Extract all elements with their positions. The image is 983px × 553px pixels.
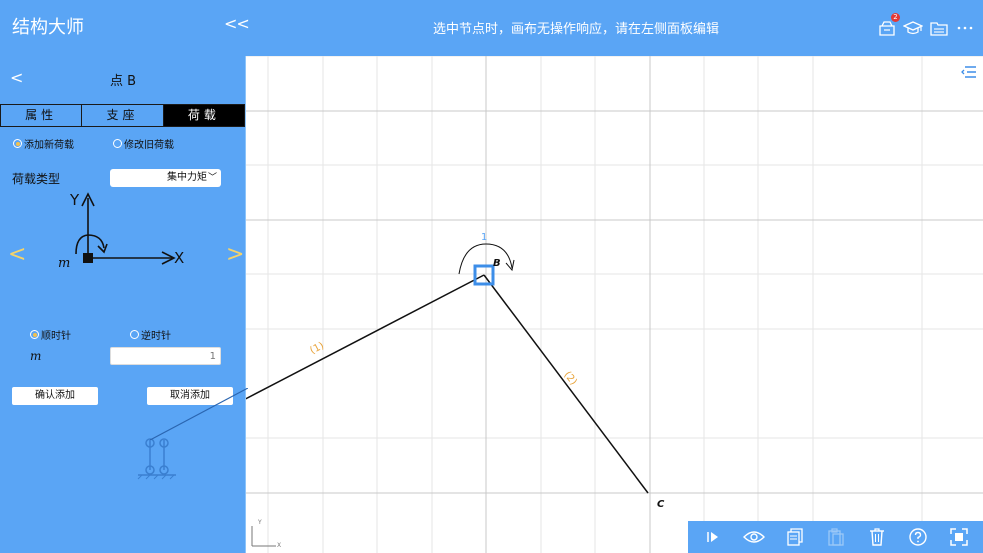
- trash-icon[interactable]: [865, 525, 889, 549]
- structure-drawing: [246, 56, 983, 553]
- radio-clockwise[interactable]: 顺时针: [30, 327, 71, 342]
- app-title: 结构大师: [12, 17, 84, 38]
- radio-edit-load[interactable]: 修改旧荷载: [113, 136, 174, 151]
- moment-value-label: m: [30, 349, 42, 363]
- diagram-m-label: m: [58, 256, 71, 271]
- axis-x-label: X: [277, 542, 282, 549]
- member-2[interactable]: [483, 274, 649, 494]
- top-icons: 2: [877, 13, 975, 38]
- node-c-label: C: [657, 499, 665, 510]
- help-icon[interactable]: [906, 525, 930, 549]
- diagram-y-label: Y: [70, 191, 80, 209]
- fullscreen-icon[interactable]: [947, 525, 971, 549]
- paste-icon[interactable]: [824, 525, 848, 549]
- load-type-label: 荷载类型: [12, 172, 61, 186]
- chevron-down-icon: ﹀: [207, 173, 217, 183]
- radio-indicator: [30, 330, 39, 339]
- radio-add-load[interactable]: 添加新荷载: [13, 136, 74, 151]
- mailbox-icon[interactable]: 2: [877, 13, 900, 38]
- tab-properties[interactable]: 属性: [1, 105, 83, 126]
- diagram-x-label: X: [174, 249, 185, 267]
- graduation-cap-icon[interactable]: [903, 18, 923, 38]
- next-load-type-button[interactable]: >: [226, 242, 244, 267]
- radio-clockwise-label: 顺时针: [41, 331, 71, 342]
- moment-value-input[interactable]: [110, 347, 221, 365]
- folder-icon[interactable]: [929, 18, 949, 38]
- radio-counterclockwise-label: 逆时针: [141, 331, 171, 342]
- radio-indicator: [13, 139, 22, 148]
- status-hint: 选中节点时，画布无操作响应，请在左侧面板编辑: [432, 22, 719, 37]
- load-value-label: 1: [481, 232, 488, 243]
- more-icon[interactable]: [955, 18, 975, 38]
- panel-title: 点 B: [109, 74, 137, 89]
- member-1-overlay: [150, 388, 248, 440]
- axis-y-label: Y: [258, 519, 262, 526]
- bottom-toolbar: [688, 521, 983, 553]
- structure-canvas[interactable]: 1 B C (1) (2) Y X: [246, 56, 983, 553]
- radio-indicator: [113, 139, 122, 148]
- confirm-add-button[interactable]: 确认添加: [12, 387, 98, 405]
- notification-badge: 2: [891, 13, 900, 22]
- major-grid: [246, 56, 983, 553]
- copy-icon[interactable]: [783, 525, 807, 549]
- load-type-value: 集中力矩: [167, 172, 207, 183]
- prev-load-type-button[interactable]: <: [8, 242, 26, 267]
- node-b-label: B: [493, 258, 501, 269]
- radio-edit-load-label: 修改旧荷载: [124, 140, 174, 151]
- minor-grid: [246, 56, 983, 553]
- tab-supports[interactable]: 支座: [82, 105, 164, 126]
- play-icon[interactable]: [701, 525, 725, 549]
- radio-counterclockwise[interactable]: 逆时针: [130, 327, 171, 342]
- member-1[interactable]: [246, 274, 485, 407]
- tab-loads[interactable]: 荷载: [163, 105, 244, 126]
- radio-add-load-label: 添加新荷载: [24, 140, 74, 151]
- load-type-select[interactable]: 集中力矩 ﹀: [110, 169, 221, 187]
- layer-list-icon[interactable]: [961, 64, 977, 83]
- radio-indicator: [130, 330, 139, 339]
- node-edit-panel: < 点 B 属性 支座 荷载 添加新荷载 修改旧荷载 荷载类型 集中力矩 ﹀ <…: [0, 56, 246, 553]
- panel-tabs: 属性 支座 荷载: [0, 104, 245, 127]
- top-bar: 结构大师 << 选中节点时，画布无操作响应，请在左侧面板编辑 2: [0, 0, 983, 56]
- eye-icon[interactable]: [742, 525, 766, 549]
